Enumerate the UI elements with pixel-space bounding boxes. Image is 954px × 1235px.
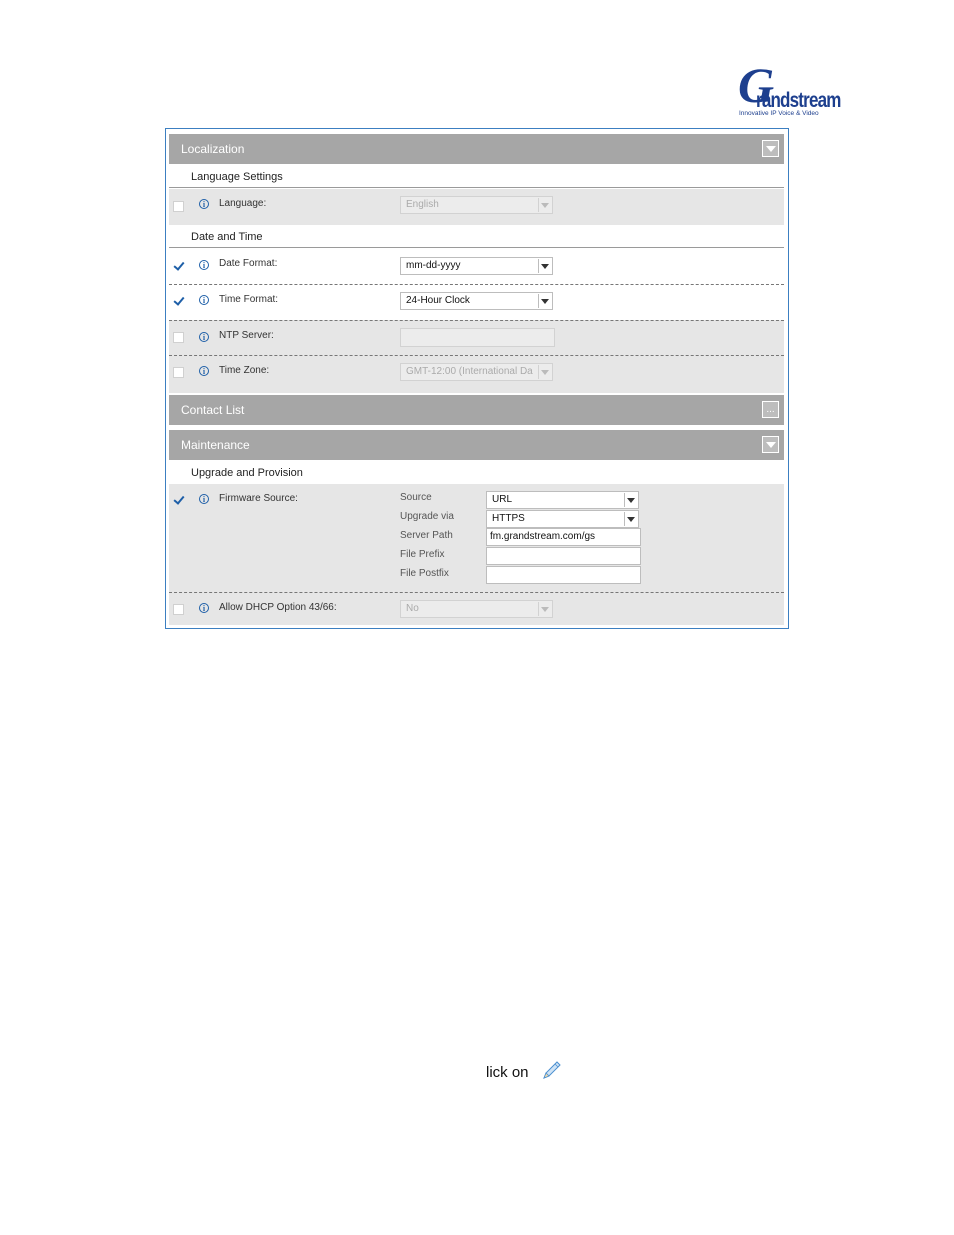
section-contact-list-header[interactable]: Contact List ... [169,395,784,425]
info-icon[interactable]: i [199,199,209,209]
row-date-format: i Date Format: mm-dd-yyyy [169,249,784,284]
chevron-down-icon [538,294,551,308]
file-prefix-label: File Prefix [400,549,445,560]
section-title: Contact List [181,403,245,417]
chevron-down-icon [624,493,637,507]
instruction-text: lick on [486,1064,529,1081]
time-format-select[interactable]: 24-Hour Clock [400,292,553,310]
chevron-down-icon [624,512,637,526]
info-icon[interactable]: i [199,295,209,305]
source-label: Source [400,492,432,503]
info-icon[interactable]: i [199,366,209,376]
server-path-label: Server Path [400,530,453,541]
ntp-server-label: NTP Server: [219,330,274,341]
section-title: Localization [181,142,245,156]
section-maintenance-header[interactable]: Maintenance [169,430,784,460]
row-time-zone: i Time Zone: GMT-12:00 (International Da [169,355,784,393]
ntp-server-checkbox[interactable] [173,332,184,343]
chevron-down-icon [766,442,776,448]
chevron-down-icon [766,146,776,152]
subsection-date-and-time: Date and Time [169,225,784,248]
date-format-value: mm-dd-yyyy [406,260,461,271]
time-zone-select[interactable]: GMT-12:00 (International Da [400,363,553,381]
language-label: Language: [219,198,267,209]
upgrade-via-value: HTTPS [492,513,525,524]
logo-tagline: Innovative IP Voice & Video [739,110,819,117]
chevron-down-icon [538,365,551,379]
server-path-input[interactable]: fm.grandstream.com/gs [486,528,641,546]
row-language: i Language: English [169,189,784,225]
subsection-language-settings: Language Settings [169,165,784,188]
dhcp-option-value: No [406,603,419,614]
info-icon[interactable]: i [199,494,209,504]
date-format-checkbox[interactable] [173,260,184,271]
row-dhcp-option: i Allow DHCP Option 43/66: No [169,592,784,625]
date-format-select[interactable]: mm-dd-yyyy [400,257,553,275]
source-select[interactable]: URL [486,491,639,509]
ellipsis-icon: ... [766,404,775,415]
time-format-value: 24-Hour Clock [406,295,470,306]
time-zone-value: GMT-12:00 (International Da [406,366,533,377]
info-icon[interactable]: i [199,603,209,613]
upgrade-via-select[interactable]: HTTPS [486,510,639,528]
source-value: URL [492,494,513,505]
info-icon[interactable]: i [199,332,209,342]
grandstream-logo: G randstream Innovative IP Voice & Video [736,60,841,120]
pencil-icon [540,1058,564,1082]
chevron-down-icon [538,259,551,273]
time-zone-checkbox[interactable] [173,367,184,378]
language-checkbox[interactable] [173,201,184,212]
subsection-title: Date and Time [191,231,263,243]
time-zone-label: Time Zone: [219,365,270,376]
settings-panel: Localization Language Settings i Languag… [165,128,789,629]
row-firmware-source: i Firmware Source: Source URL Upgrade vi… [169,484,784,592]
ntp-server-input[interactable] [400,328,555,347]
chevron-down-icon [538,602,551,616]
language-select[interactable]: English [400,196,553,214]
file-postfix-label: File Postfix [400,568,449,579]
collapse-button[interactable] [762,436,779,453]
file-prefix-input[interactable] [486,547,641,565]
row-ntp-server: i NTP Server: [169,320,784,356]
dhcp-option-label: Allow DHCP Option 43/66: [219,602,337,613]
subsection-title: Language Settings [191,171,283,183]
row-time-format: i Time Format: 24-Hour Clock [169,284,784,320]
subsection-upgrade-and-provision: Upgrade and Provision [169,461,784,483]
time-format-checkbox[interactable] [173,295,184,306]
language-value: English [406,199,439,210]
chevron-down-icon [538,198,551,212]
info-icon[interactable]: i [199,260,209,270]
section-localization-header[interactable]: Localization [169,134,784,164]
date-format-label: Date Format: [219,258,278,269]
dhcp-option-checkbox[interactable] [173,604,184,615]
dhcp-option-select[interactable]: No [400,600,553,618]
collapse-button[interactable] [762,140,779,157]
expand-button[interactable]: ... [762,401,779,418]
upgrade-via-label: Upgrade via [400,511,454,522]
subsection-title: Upgrade and Provision [191,467,303,479]
file-postfix-input[interactable] [486,566,641,584]
section-title: Maintenance [181,438,250,452]
firmware-source-label: Firmware Source: [219,493,298,504]
time-format-label: Time Format: [219,294,279,305]
firmware-source-checkbox[interactable] [173,494,184,505]
